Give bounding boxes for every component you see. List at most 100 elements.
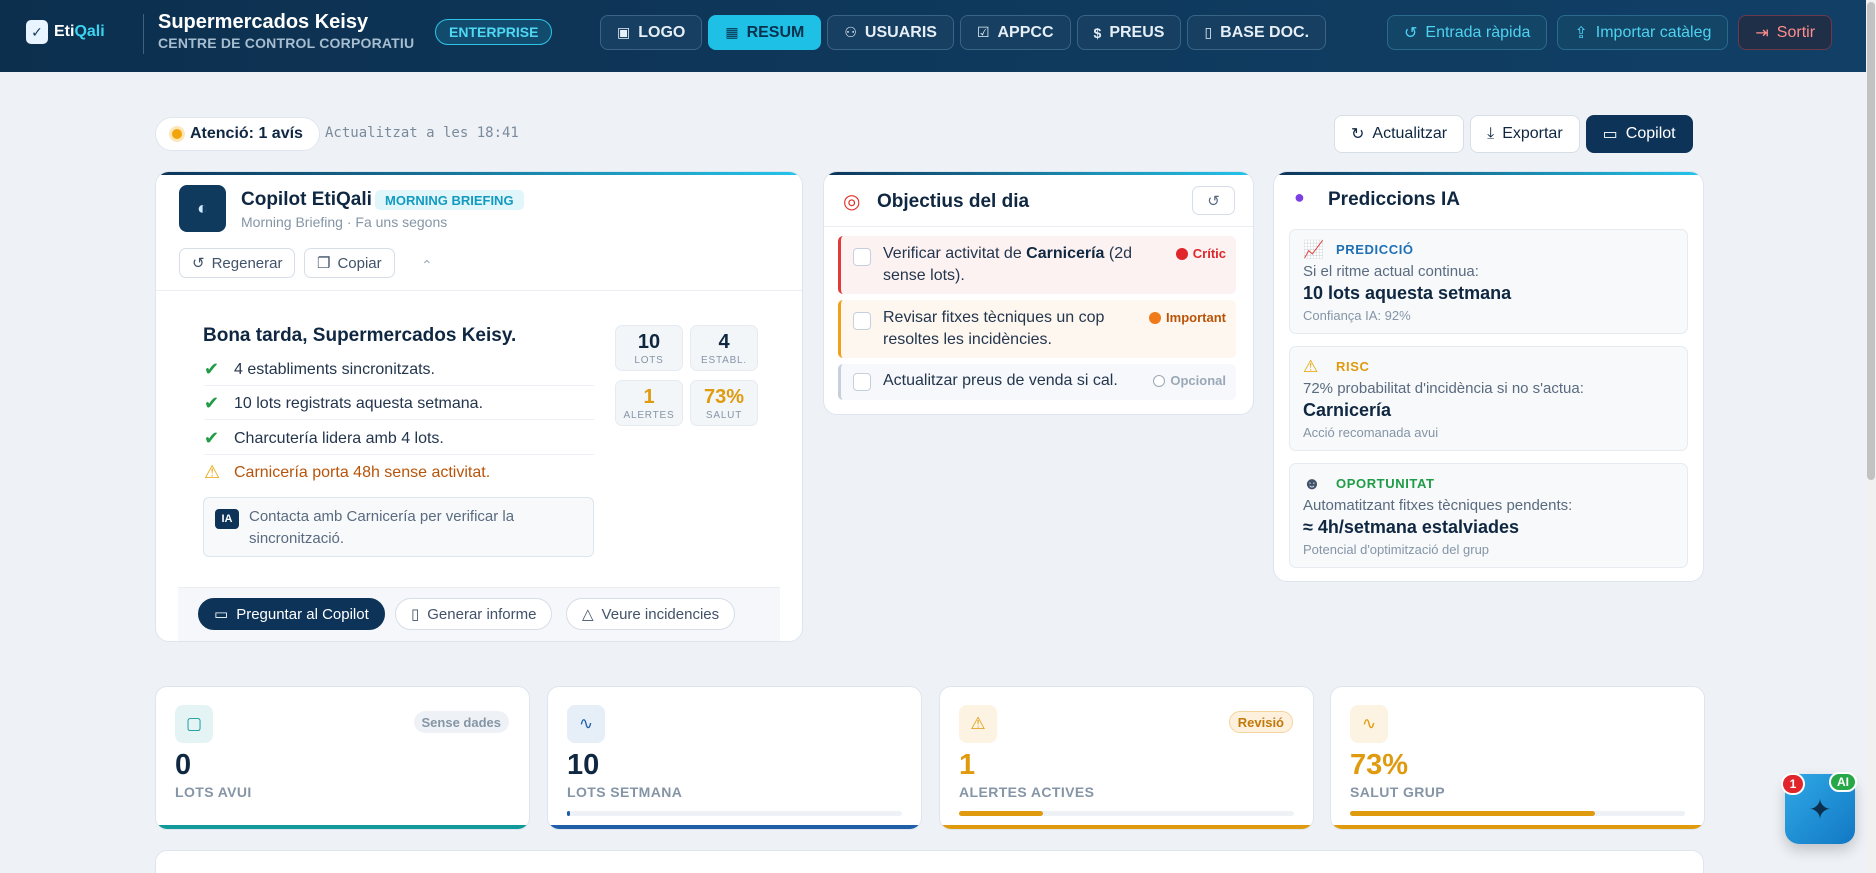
target-icon: ◎ [843,191,861,213]
prediction-line3: Potencial d'optimització del grup [1303,542,1490,557]
notification-count-badge: 1 [1781,773,1805,795]
scrollbar[interactable] [1866,0,1876,873]
briefing-item-text: 10 lots registrats aquesta setmana. [234,394,484,412]
generate-report-button[interactable]: ▯ Generar informe [395,598,553,630]
kpi-progress-track [1350,811,1685,816]
briefing-type: Morning Briefing [241,214,343,230]
objectives-title: Objectius del dia [877,191,1030,212]
objective-task-optional[interactable]: Actualitzar preus de venda si cal. Opcio… [838,364,1236,400]
briefing-item: ✔ 10 lots registrats aquesta setmana. [204,393,594,414]
download-icon: ⤓ [1487,125,1495,142]
stat-value: 73% [703,386,745,408]
copilot-button[interactable]: ▭ Copilot [1585,115,1693,153]
stat-label: LOTS [634,355,664,366]
kpi-group-health[interactable]: ∿ 73% SALUT GRUP [1330,686,1705,830]
briefing-badge: MORNING BRIEFING [375,190,524,210]
import-catalog-button[interactable]: ⇪ Importar catàleg [1557,15,1729,50]
kpi-active-alerts[interactable]: ⚠ Revisió 1 ALERTES ACTIVES [939,686,1314,830]
copilot-card: ◐ Copilot EtiQali MORNING BRIEFING Morni… [155,171,803,642]
kpi-value: 73% [1350,749,1409,781]
priority-dot-icon [1153,374,1166,387]
regenerate-button[interactable]: ↺ Regenerar [179,248,296,278]
chat-icon: ▭ [1602,126,1618,143]
kpi-value: 0 [175,749,192,781]
prediction-line2: Carnicería [1303,400,1392,420]
refresh-button[interactable]: ↻ Actualitzar [1334,115,1465,153]
kpi-accent-bar [1331,825,1704,829]
quick-entry-button[interactable]: ↺ Entrada ràpida [1387,15,1548,50]
alert-dot-icon [172,129,182,139]
priority-dot-icon [1175,247,1188,260]
task-text: Actualitzar preus de venda si cal. [883,372,1118,389]
opportunity-card: ☻ OPORTUNITAT Automatitzant fitxes tècni… [1289,463,1688,568]
task-text: Revisar fitxes tècniques un cop resoltes… [883,309,1105,348]
view-incidents-label: Veure incidencies [601,605,720,623]
copy-icon: ❐ [317,255,331,272]
tab-logo[interactable]: ▣ LOGO [600,15,703,50]
tab-preus[interactable]: $ PREUS [1076,15,1182,50]
warning-icon: △ [582,606,594,623]
chevron-up-icon[interactable]: ⌃ [421,257,433,274]
document-icon: ▯ [411,606,420,623]
kpi-lots-week[interactable]: ∿ 10 LOTS SETMANA [547,686,922,830]
objective-task-critical[interactable]: Verificar activitat de Carnicería (2d se… [838,236,1236,294]
prediction-line1: 72% probabilitat d'incidència si no s'ac… [1303,380,1584,397]
clipboard-check-icon: ✓ [26,20,48,44]
kpi-label: LOTS SETMANA [567,784,683,800]
card-accent-line [824,172,1253,175]
kpi-progress-track [567,811,902,816]
task-checkbox[interactable] [853,248,871,266]
prediction-card: 📈 PREDICCIÓ Si el ritme actual continua:… [1289,229,1688,334]
risk-card: ⚠ RISC 72% probabilitat d'incidència si … [1289,346,1688,451]
warning-icon: ⚠ [959,705,997,743]
view-incidents-button[interactable]: △ Veure incidencies [566,598,736,630]
prediction-line3: Acció recomanada avui [1303,425,1439,440]
refresh-icon: ↻ [1351,126,1365,143]
task-checkbox[interactable] [853,373,871,391]
ia-tag: IA [215,509,239,529]
objectives-refresh-button[interactable]: ↺ [1192,186,1235,215]
activity-icon: ∿ [567,705,605,743]
briefing-greeting: Bona tarda, Supermercados Keisy. [203,325,517,346]
plan-badge: ENTERPRISE [435,19,553,45]
generate-report-label: Generar informe [427,605,537,623]
stat-value: 4 [718,331,730,353]
tab-usuaris[interactable]: ⚇ USUARIS [827,15,954,50]
logout-label: Sortir [1776,23,1816,41]
ai-predictions-card: ● Prediccions IA 📈 PREDICCIÓ Si el ritme… [1273,171,1704,582]
kpi-progress-fill [959,811,1043,816]
scrollbar-thumb[interactable] [1867,2,1875,480]
copy-label: Copiar [337,254,382,272]
app-logo[interactable]: ✓ EtiQali [26,20,105,44]
image-icon: ▣ [617,24,631,40]
logo-text-eti: Eti [54,23,75,40]
divider [143,14,144,54]
briefing-item-text: Carnicería porta 48h sense activitat. [234,463,491,481]
kpi-lots-today[interactable]: ▢ Sense dades 0 LOTS AVUI [155,686,530,830]
priority-badge: Opcional [1153,373,1226,388]
priority-dot-icon [1149,311,1162,324]
chart-icon: 📈 [1303,240,1325,259]
objective-task-important[interactable]: Revisar fitxes tècniques un cop resoltes… [838,300,1236,358]
tab-base-doc[interactable]: ▯ BASE DOC. [1187,15,1327,50]
stat-label: ESTABL. [701,355,747,366]
copy-button[interactable]: ❐ Copiar [304,248,395,278]
ask-copilot-label: Preguntar al Copilot [236,605,369,623]
checkbox-icon: ☑ [976,24,990,40]
divider [204,419,594,420]
card-accent-line [156,172,802,175]
document-icon: ▯ [1204,24,1213,40]
kpi-badge: Revisió [1228,711,1293,733]
stat-label: ALERTES [623,410,675,421]
task-checkbox[interactable] [853,312,871,330]
export-button[interactable]: ⤓ Exportar [1470,115,1580,153]
alert-status-pill[interactable]: Atenció: 1 avís [155,117,320,151]
tab-resum[interactable]: ▦ RESUM [708,15,822,50]
ai-badge: AI [1829,772,1857,792]
tab-appcc[interactable]: ☑ APPCC [959,15,1071,50]
briefing-time: Fa uns segons [355,214,448,230]
briefing-item-text: 4 establiments sincronitzats. [234,360,435,378]
ask-copilot-button[interactable]: ▭ Preguntar al Copilot [198,598,385,630]
activity-icon: ∿ [1350,705,1388,743]
logout-button[interactable]: ⇥ Sortir [1738,15,1833,50]
